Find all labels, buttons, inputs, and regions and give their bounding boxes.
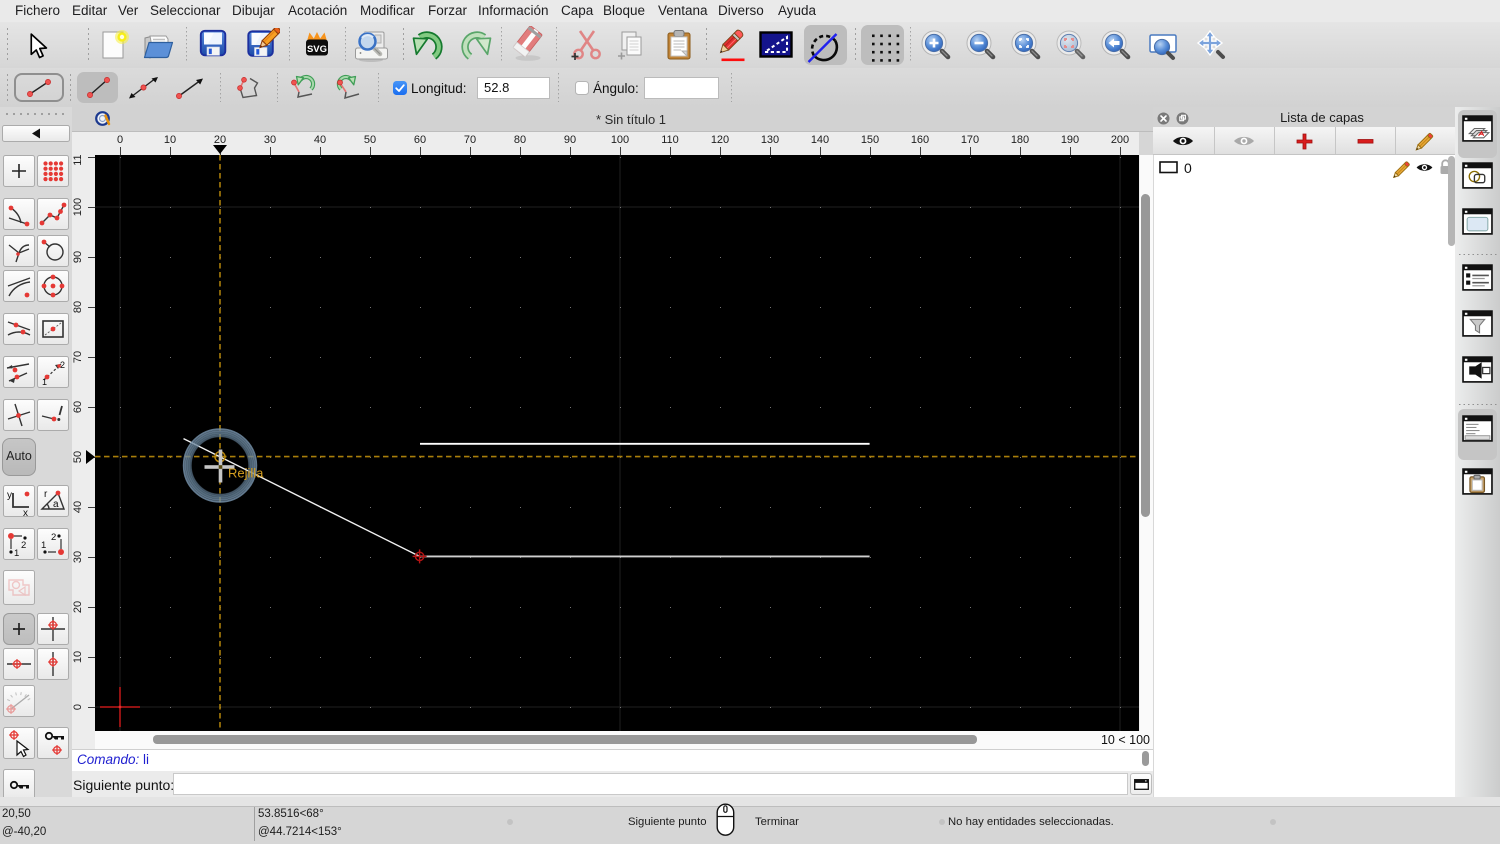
svg-text:2: 2 [51, 532, 56, 543]
svg-text:1: 1 [41, 540, 46, 551]
svg-text:y: y [7, 490, 12, 501]
svg-text:x: x [23, 508, 28, 517]
svg-text:1: 1 [42, 377, 47, 387]
svg-text:SVG: SVG [307, 44, 327, 55]
svg-text:Rejilla: Rejilla [228, 466, 264, 481]
svg-text:1: 1 [14, 548, 19, 559]
svg-text:2: 2 [60, 360, 65, 370]
svg-text:a: a [53, 499, 59, 510]
svg-text:r: r [44, 489, 48, 500]
svg-text:2: 2 [21, 540, 26, 551]
